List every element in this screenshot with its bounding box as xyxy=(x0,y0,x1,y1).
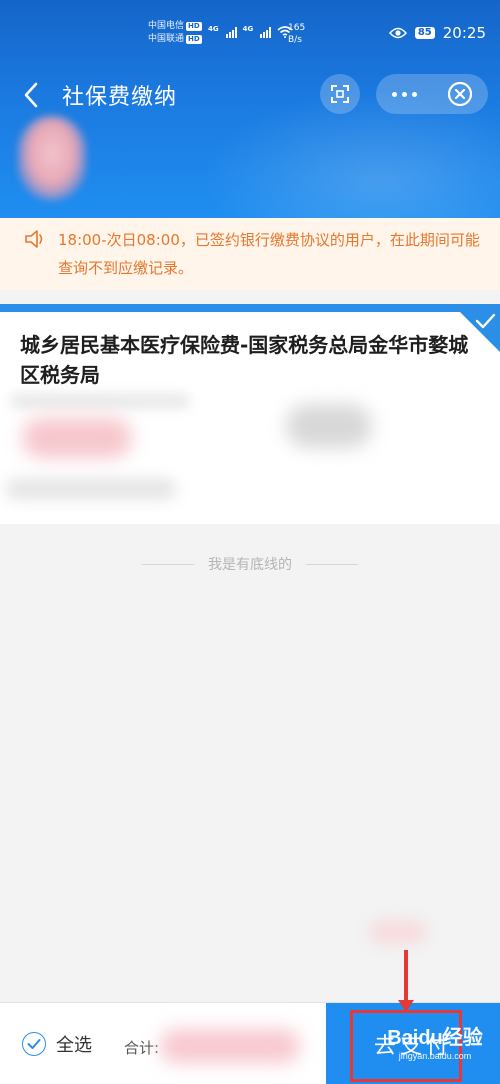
chevron-left-icon[interactable] xyxy=(22,82,40,108)
close-button[interactable] xyxy=(432,74,488,114)
more-dots-icon xyxy=(391,91,397,97)
watermark-main: Baidu经验 xyxy=(387,1027,483,1049)
redacted-info xyxy=(370,922,426,942)
carrier-2: 中国联通 xyxy=(148,34,185,44)
watermark: Baidu经验 jingyan.baidu.com xyxy=(380,1026,490,1080)
select-all-toggle[interactable]: 全选 xyxy=(22,1031,92,1057)
signal-indicators: 4G 4G xyxy=(208,26,293,38)
close-circle-icon xyxy=(447,81,473,107)
network-label: 4G xyxy=(208,25,219,33)
annotation-arrow xyxy=(404,950,408,1006)
checkbox-checked-icon[interactable] xyxy=(22,1032,46,1056)
carrier-1: 中国电信 xyxy=(148,21,185,31)
card-selected-border xyxy=(0,304,500,312)
divider xyxy=(142,563,194,565)
hd-badge: HD xyxy=(186,35,202,44)
hd-badge: HD xyxy=(186,22,202,31)
eye-icon xyxy=(388,27,407,39)
scan-icon xyxy=(331,85,349,103)
list-end-text: 我是有底线的 xyxy=(208,557,292,573)
status-bar: 中国电信 HD 中国联通 HD 4G 4G 165 B/s 85 20:25 xyxy=(0,0,500,58)
divider xyxy=(306,563,358,565)
speaker-icon xyxy=(25,230,43,248)
redacted-amount xyxy=(22,418,132,458)
watermark-sub: jingyan.baidu.com xyxy=(398,1051,472,1061)
network-speed: 165 B/s xyxy=(288,22,305,46)
redacted-info xyxy=(286,404,372,448)
nav-bar: 社保费缴纳 xyxy=(0,70,500,118)
checkmark-icon xyxy=(475,313,496,329)
mini-program-capsule xyxy=(376,74,488,114)
scan-button[interactable] xyxy=(320,74,360,114)
list-end-indicator: 我是有底线的 xyxy=(130,554,370,574)
header-background: 中国电信 HD 中国联通 HD 4G 4G 165 B/s 85 20:25 社… xyxy=(0,0,500,218)
status-right: 85 20:25 xyxy=(388,24,486,42)
signal-bars-icon xyxy=(225,27,237,38)
signal-bars-icon xyxy=(260,27,272,38)
speed-unit: B/s xyxy=(288,35,302,45)
notice-banner: 18:00-次日08:00，已签约银行缴费协议的用户，在此期间可能查询不到应缴记… xyxy=(0,218,500,290)
redacted-info xyxy=(6,478,176,500)
select-all-label: 全选 xyxy=(56,1035,92,1056)
redacted-info xyxy=(10,394,190,408)
network-label: 4G xyxy=(242,25,254,33)
battery-indicator: 85 xyxy=(414,27,435,39)
page-title: 社保费缴纳 xyxy=(62,85,178,110)
item-title: 城乡居民基本医疗保险费-国家税务总局金华市婺城区税务局 xyxy=(20,333,469,387)
speed-value: 165 xyxy=(288,23,306,33)
notice-text: 18:00-次日08:00，已签约银行缴费协议的用户，在此期间可能查询不到应缴记… xyxy=(58,231,480,277)
more-button[interactable] xyxy=(376,74,432,114)
total-label: 合计: xyxy=(124,1039,160,1057)
redacted-total-amount xyxy=(160,1029,300,1063)
carrier-info: 中国电信 HD 中国联通 HD xyxy=(148,20,202,46)
clock: 20:25 xyxy=(442,24,486,42)
avatar xyxy=(18,116,86,200)
